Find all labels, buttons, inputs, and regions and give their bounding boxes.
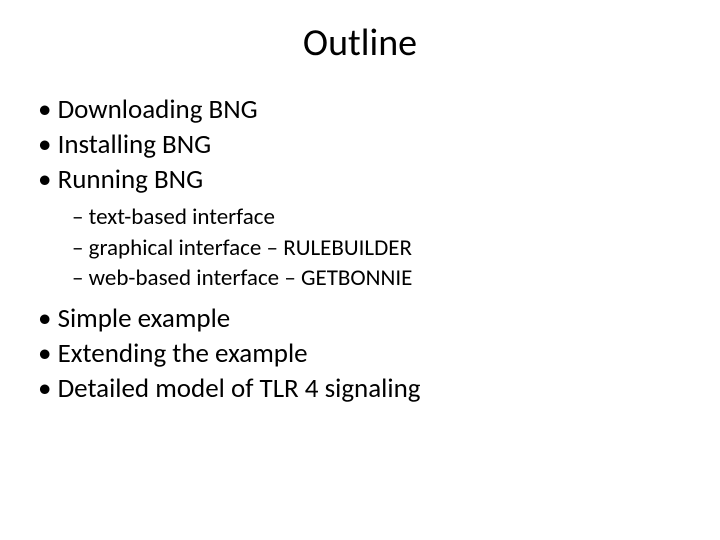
slide-title: Outline [0, 0, 720, 94]
list-item: Installing BNG [38, 129, 720, 164]
slide: Outline Downloading BNG Installing BNG R… [0, 0, 720, 540]
sub-bullet-list: text-based interface graphical interface… [38, 203, 720, 295]
list-item: web-based interface – GETBONNIE [72, 264, 720, 295]
bullet-list: Downloading BNG Installing BNG Running B… [38, 94, 720, 408]
list-item: Running BNG text-based interface graphic… [38, 164, 720, 303]
list-item: Extending the example [38, 338, 720, 373]
list-item: graphical interface – RULEBUILDER [72, 234, 720, 265]
list-item: Simple example [38, 303, 720, 338]
list-item: text-based interface [72, 203, 720, 234]
list-item-label: Running BNG [58, 163, 204, 196]
list-item: Downloading BNG [38, 94, 720, 129]
list-item: Detailed model of TLR 4 signaling [38, 373, 720, 408]
slide-body: Downloading BNG Installing BNG Running B… [0, 94, 720, 408]
